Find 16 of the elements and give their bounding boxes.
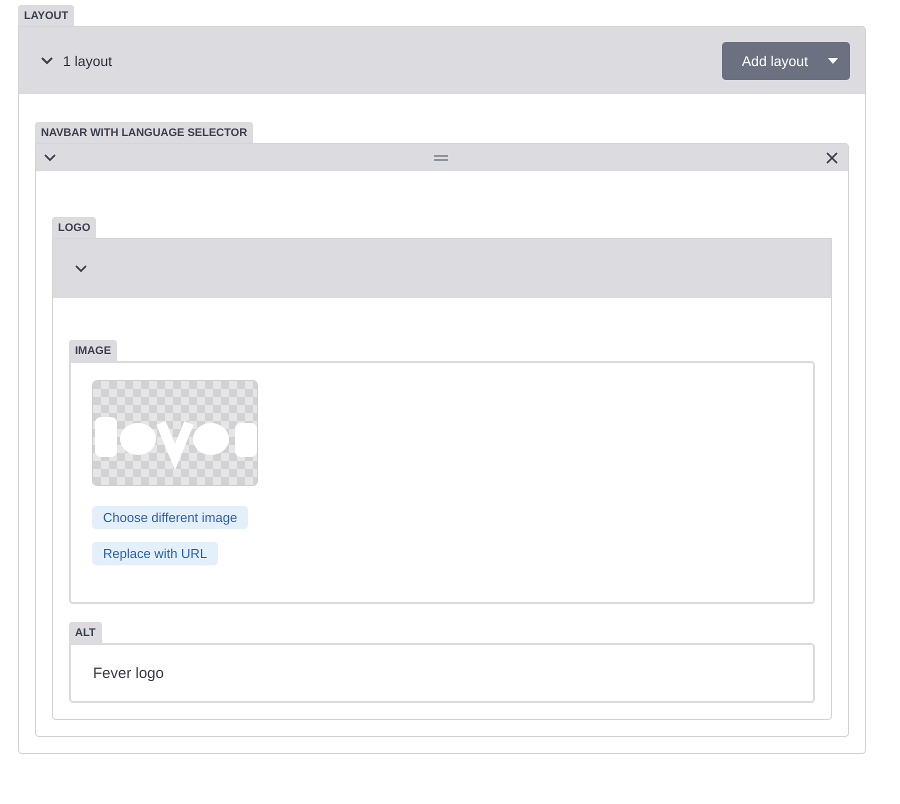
drag-handle-icon[interactable] <box>434 154 448 160</box>
layout-count: 1 layout <box>63 52 112 68</box>
chevron-icon[interactable] <box>41 56 53 64</box>
chevron-icon[interactable] <box>75 264 87 272</box>
close-icon[interactable] <box>826 152 838 164</box>
alt-field[interactable]: Fever logo <box>69 643 815 703</box>
field-label: IMAGE <box>69 340 118 361</box>
chevron-icon[interactable] <box>44 154 56 162</box>
image-action-button[interactable]: Replace with URL <box>92 542 218 565</box>
section-label: LOGO <box>52 217 96 238</box>
section-label: NAVBAR WITH LANGUAGE SELECTOR <box>35 122 254 143</box>
section-label: LAYOUT <box>18 5 74 26</box>
add-layout-button[interactable]: Add layout <box>722 42 850 80</box>
caret-icon <box>828 58 838 64</box>
image-action-button[interactable]: Choose different image <box>92 506 248 529</box>
field-label: ALT <box>69 622 102 643</box>
